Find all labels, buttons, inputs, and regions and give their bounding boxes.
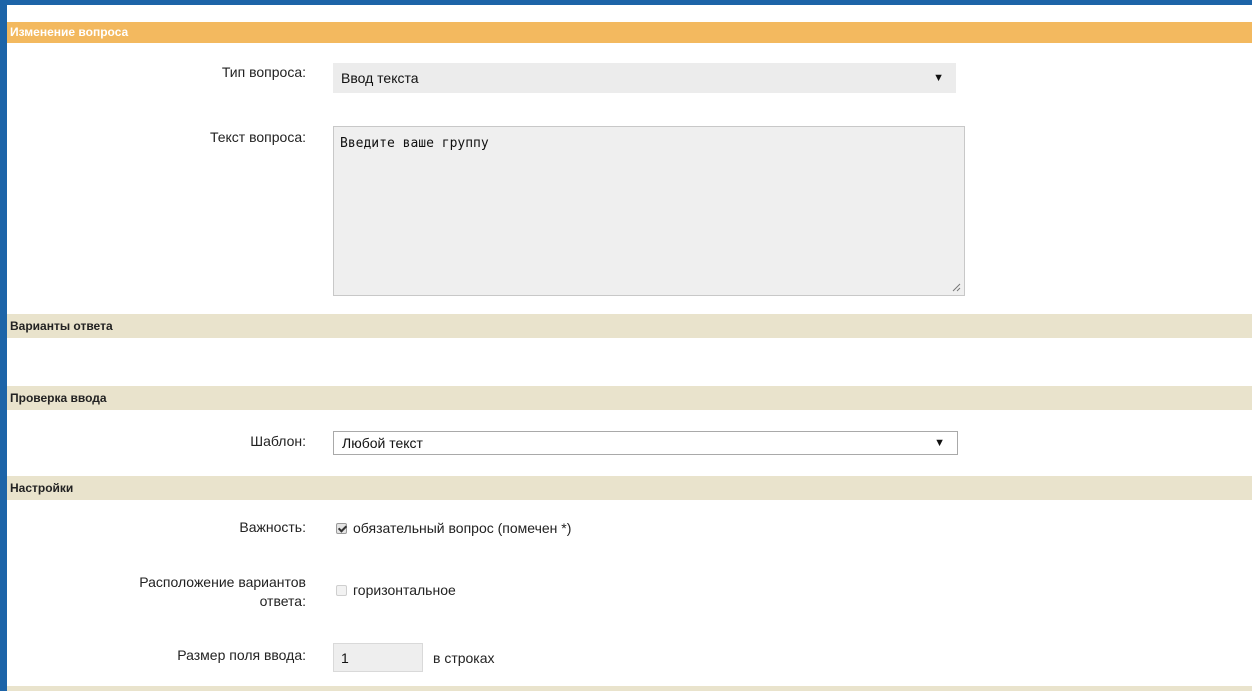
- question-type-select[interactable]: Ввод текста ▼: [333, 63, 956, 93]
- resize-grip-icon[interactable]: [952, 283, 961, 292]
- layout-label-line2: ответа:: [259, 593, 306, 609]
- required-checkbox[interactable]: [336, 522, 347, 534]
- dropdown-arrow-icon: ▼: [934, 437, 945, 449]
- horizontal-checkbox[interactable]: [336, 584, 347, 596]
- question-type-label: Тип вопроса:: [221, 64, 306, 80]
- question-text-value: Введите ваше группу: [340, 136, 489, 151]
- field-size-input[interactable]: 1: [333, 643, 423, 672]
- window-frame-left: [0, 0, 7, 691]
- section-bottom-bar: [7, 686, 1252, 691]
- template-value: Любой текст: [342, 435, 423, 451]
- template-label: Шаблон:: [250, 433, 306, 449]
- field-size-label: Размер поля ввода:: [177, 647, 306, 663]
- field-size-unit: в строках: [433, 650, 495, 666]
- dropdown-arrow-icon: ▼: [933, 72, 944, 84]
- importance-option[interactable]: обязательный вопрос (помечен *): [336, 520, 571, 536]
- section-settings: Настройки: [7, 476, 1252, 500]
- layout-label-line1: Расположение вариантов: [139, 574, 306, 590]
- section-answers: Варианты ответа: [7, 314, 1252, 338]
- section-validation: Проверка ввода: [7, 386, 1252, 410]
- window-frame-top: [0, 0, 1252, 5]
- importance-option-label: обязательный вопрос (помечен *): [353, 520, 572, 536]
- form-header: Изменение вопроса: [7, 22, 1252, 43]
- question-text-area[interactable]: Введите ваше группу: [333, 126, 965, 296]
- question-text-label: Текст вопроса:: [209, 129, 306, 145]
- importance-label: Важность:: [239, 519, 306, 535]
- layout-option[interactable]: горизонтальное: [336, 582, 456, 598]
- template-select[interactable]: Любой текст ▼: [333, 431, 958, 455]
- question-type-value: Ввод текста: [341, 70, 419, 86]
- layout-option-label: горизонтальное: [353, 582, 456, 598]
- layout-label: Расположение вариантов ответа:: [139, 573, 306, 611]
